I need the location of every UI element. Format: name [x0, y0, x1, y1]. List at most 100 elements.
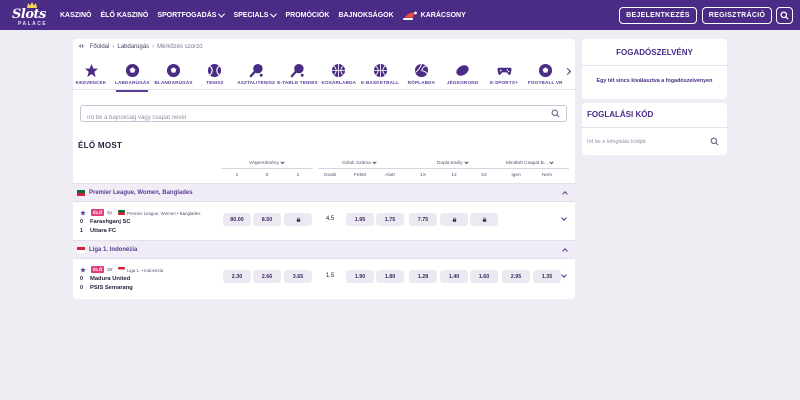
- search-icon[interactable]: [710, 137, 719, 146]
- sports-carousel: KEDVENCEK LABDARÚGÁS BLANDARÚGÁS TENISZ ASZT…: [73, 60, 575, 92]
- divider: [483, 168, 569, 169]
- breadcrumb-sport[interactable]: Labdarúgás: [117, 44, 149, 50]
- sport-tab[interactable]: TENISZ: [193, 63, 237, 85]
- favorite-star-icon[interactable]: [80, 210, 86, 216]
- team-name[interactable]: Farashganj SC: [90, 219, 131, 225]
- booking-code-title: FOGLALÁSI KÓD: [587, 110, 654, 119]
- sport-tab-label: FOOTBALL VR: [527, 80, 563, 85]
- league-search-input[interactable]: [81, 110, 541, 126]
- country-flag-icon: [118, 210, 125, 215]
- match-row: ÉLŐ 39' Liga 1. • Indonézia 0 Madura United 0…: [73, 262, 575, 300]
- lock-icon: [296, 217, 300, 222]
- nav-item[interactable]: ÉLŐ KASZINÓ: [101, 12, 149, 19]
- back-button[interactable]: ‹‹: [79, 43, 84, 50]
- bet-slip: FOGADÓSZELVÉNY Egy tét sincs kiválasztva…: [582, 39, 727, 99]
- chevron-down-icon: [280, 159, 285, 165]
- expand-match-chevron-icon[interactable]: [561, 215, 567, 221]
- market-header[interactable]: Mindkét Csapat B...: [506, 159, 554, 166]
- odds-button[interactable]: 1.28: [409, 270, 437, 283]
- soccer-ball-icon: [167, 63, 181, 78]
- league-header[interactable]: Liga 1. Indonézia: [73, 240, 575, 259]
- team-name[interactable]: PSIS Semarang: [90, 285, 133, 291]
- logo-word: Slots: [12, 7, 46, 22]
- ping-pong-icon: [290, 63, 304, 78]
- odds-button[interactable]: 3.65: [284, 270, 312, 283]
- market-column-label: Felett: [354, 173, 366, 178]
- sport-tab-label: JÉGKORONG: [446, 80, 479, 85]
- team-name[interactable]: Madura United: [90, 276, 130, 282]
- sport-tab[interactable]: E-TABLE TENNIS: [276, 63, 320, 85]
- market-column-label: X: [265, 173, 269, 178]
- match-minute: 4p: [107, 210, 113, 215]
- sport-tab[interactable]: RÖPLABDA: [399, 63, 443, 85]
- favorite-star-icon[interactable]: [80, 267, 86, 273]
- sport-tab[interactable]: ASZTALITENISZ: [234, 63, 278, 85]
- nav-item-label: PROMÓCIÓK: [285, 11, 330, 19]
- register-button[interactable]: REGISZTRÁCIÓ: [702, 7, 772, 24]
- market-header[interactable]: Végeredmény: [249, 159, 285, 166]
- breadcrumb: ‹‹ Főoldal › Labdarúgás › Mérkőzés szorz…: [79, 43, 202, 50]
- sport-tab[interactable]: JÉGKORONG: [441, 63, 485, 85]
- nav-item[interactable]: SPORTFOGADÁS: [157, 10, 226, 19]
- odds-button[interactable]: 1.90: [346, 270, 374, 283]
- nav-item[interactable]: SPECIALS: [233, 10, 278, 19]
- market-column-label: Goals: [323, 173, 337, 178]
- expand-match-chevron-icon[interactable]: [561, 272, 567, 278]
- odds-button[interactable]: 1.95: [346, 213, 374, 226]
- chevron-up-icon[interactable]: [562, 248, 568, 254]
- team-score: 0: [80, 219, 83, 225]
- site-logo[interactable]: Slots PALACE: [10, 2, 54, 28]
- nav-item[interactable]: BAJNOKSÁGOK: [338, 12, 393, 19]
- sport-tab[interactable]: KOSÁRLABDA: [317, 63, 361, 85]
- sport-tab[interactable]: FOOTBALL VR: [523, 63, 567, 85]
- nav-item[interactable]: PROMÓCIÓK: [285, 12, 329, 19]
- odds-button[interactable]: 2.95: [502, 270, 530, 283]
- sport-tab[interactable]: KEDVENCEK: [69, 63, 113, 85]
- sport-tab[interactable]: E-BASKETBALL: [358, 63, 402, 85]
- odds-button[interactable]: 80.00: [223, 213, 251, 226]
- nav-item-christmas[interactable]: KARÁCSONY: [402, 10, 466, 20]
- search-icon[interactable]: [551, 109, 560, 118]
- odds-button[interactable]: 1.75: [376, 213, 404, 226]
- odds-button[interactable]: 2.30: [223, 270, 251, 283]
- odds-button[interactable]: 7.75: [409, 213, 437, 226]
- nav-item[interactable]: KASZINÓ: [60, 12, 92, 19]
- sport-tab[interactable]: BLANDARÚGÁS: [152, 63, 196, 85]
- country-flag-icon: [77, 246, 85, 253]
- chevron-up-icon[interactable]: [562, 191, 568, 197]
- sport-tab[interactable]: LABDARÚGÁS: [110, 63, 154, 92]
- odds-button[interactable]: 8.50: [253, 213, 281, 226]
- market-header[interactable]: Gólok Száma: [342, 159, 377, 166]
- match-row: ÉLŐ 4p Premier League, Women • Banglades 0 F…: [73, 205, 575, 243]
- market-column-label: 12: [451, 173, 457, 178]
- team-name[interactable]: Uttara FC: [90, 228, 116, 234]
- league-header[interactable]: Premier League, Women, Banglades: [73, 183, 575, 202]
- nav-item-label: KARÁCSONY: [420, 11, 466, 19]
- breadcrumb-separator: ›: [112, 43, 115, 50]
- tennis-ball-icon: [208, 63, 222, 78]
- team-score: 0: [80, 276, 83, 282]
- booking-code-input[interactable]: [587, 135, 702, 149]
- odds-button[interactable]: 1.60: [470, 270, 498, 283]
- league-name: Liga 1. Indonézia: [89, 246, 138, 253]
- basketball-icon: [373, 63, 387, 78]
- odds-button[interactable]: 1.80: [376, 270, 404, 283]
- nav-item-label: ÉLŐ KASZINÓ: [100, 11, 149, 19]
- breadcrumb-separator: ›: [152, 43, 155, 50]
- odds-button[interactable]: 1.35: [533, 270, 561, 283]
- header-search-button[interactable]: [776, 7, 793, 24]
- login-button[interactable]: BEJELENTKEZÉS: [619, 7, 697, 24]
- volleyball-icon: [414, 63, 428, 78]
- market-column-label: 2: [296, 173, 300, 178]
- market-column-label: Igen: [511, 173, 521, 178]
- market-header-label: Mindkét Csapat B...: [506, 161, 548, 166]
- odds-button[interactable]: 2.66: [253, 270, 281, 283]
- nav-item-label: SPORTFOGADÁS: [157, 11, 217, 19]
- market-column-label: X2: [481, 173, 487, 178]
- chevron-down-icon: [372, 159, 377, 165]
- locked-odds-button: [440, 213, 468, 226]
- market-header[interactable]: Dupla Esély: [437, 159, 469, 166]
- odds-button[interactable]: 1.40: [440, 270, 468, 283]
- breadcrumb-home[interactable]: Főoldal: [90, 44, 110, 50]
- sport-tab[interactable]: E-SPORTS+: [482, 63, 526, 85]
